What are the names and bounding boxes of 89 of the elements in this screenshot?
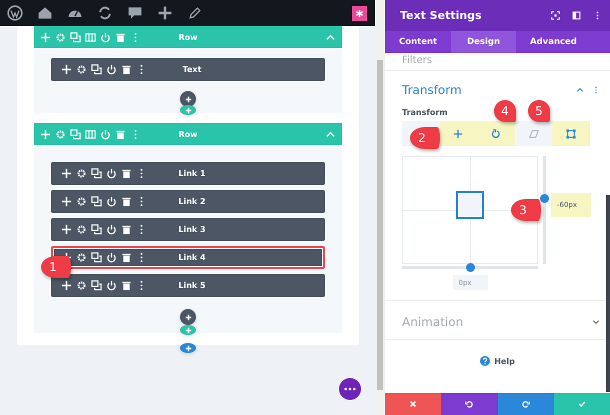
power-icon[interactable] <box>106 252 117 263</box>
duplicate-icon[interactable] <box>91 252 102 263</box>
duplicate-icon[interactable] <box>91 224 102 235</box>
check-icon <box>578 400 586 408</box>
module-label: Link 2 <box>177 197 207 206</box>
settings-icon[interactable] <box>76 196 87 207</box>
module-label: Link 4 <box>177 253 207 262</box>
asterisk-icon <box>355 8 364 18</box>
plus-icon <box>184 326 192 334</box>
slider-thumb[interactable] <box>540 194 549 203</box>
scrollbar[interactable] <box>606 195 610 392</box>
trash-icon[interactable] <box>121 64 132 75</box>
add-module-button[interactable] <box>180 309 196 325</box>
home-icon[interactable] <box>37 5 53 21</box>
move-icon[interactable] <box>61 224 72 235</box>
plus-icon[interactable] <box>157 5 173 21</box>
preview-square <box>456 191 484 219</box>
settings-icon[interactable] <box>76 168 87 179</box>
module-label: Link 3 <box>177 225 207 234</box>
redo-icon <box>522 400 530 408</box>
module-label: Link 1 <box>177 169 207 178</box>
add-section-button[interactable] <box>180 343 196 353</box>
trash-icon[interactable] <box>121 224 132 235</box>
power-icon[interactable] <box>106 168 117 179</box>
plus-icon <box>184 94 192 104</box>
origin-icon <box>566 128 576 138</box>
module-bar[interactable]: Link 5 <box>51 274 325 297</box>
module-bar[interactable]: Text <box>51 58 325 81</box>
module-label: Link 5 <box>177 281 207 290</box>
module-label: Text <box>182 65 202 74</box>
trash-icon[interactable] <box>121 252 132 263</box>
trash-icon[interactable] <box>121 280 132 291</box>
settings-tab[interactable]: Content <box>385 31 452 53</box>
duplicate-icon[interactable] <box>91 196 102 207</box>
transform-mode-button[interactable] <box>477 121 515 146</box>
add-module-button[interactable] <box>180 91 196 107</box>
refresh-icon[interactable] <box>97 5 113 21</box>
move-icon[interactable] <box>61 196 72 207</box>
module-bar[interactable]: Link 2 <box>51 190 325 213</box>
trash-icon[interactable] <box>121 168 132 179</box>
help-icon[interactable] <box>480 356 490 366</box>
move-icon[interactable] <box>61 64 72 75</box>
move-icon[interactable] <box>61 168 72 179</box>
plus-icon <box>184 312 192 322</box>
module-bar[interactable]: Link 3 <box>51 218 325 241</box>
power-icon[interactable] <box>106 196 117 207</box>
transform-preview[interactable] <box>402 156 538 264</box>
settings-icon[interactable] <box>76 224 87 235</box>
scrollbar[interactable] <box>375 0 385 415</box>
close-icon <box>409 400 418 408</box>
parallelogram-icon <box>528 128 539 138</box>
plus-icon <box>184 106 192 114</box>
section-title[interactable]: Transform <box>402 83 462 97</box>
power-icon[interactable] <box>106 224 117 235</box>
duplicate-icon[interactable] <box>91 64 102 75</box>
field-label: Transform <box>402 108 448 117</box>
builder-toggle-button[interactable] <box>352 6 367 20</box>
duplicate-icon[interactable] <box>91 280 102 291</box>
duplicate-icon[interactable] <box>91 168 102 179</box>
power-icon[interactable] <box>106 280 117 291</box>
move-icon <box>453 128 464 138</box>
slider-thumb[interactable] <box>466 263 474 272</box>
plus-icon <box>184 344 192 352</box>
power-icon[interactable] <box>106 64 117 75</box>
expand-icon[interactable] <box>551 11 560 20</box>
settings-icon[interactable] <box>76 64 87 75</box>
trash-icon[interactable] <box>121 196 132 207</box>
move-icon[interactable] <box>61 280 72 291</box>
sidebar-icon[interactable] <box>572 11 581 20</box>
undo-icon <box>465 400 474 408</box>
help-link[interactable]: Help <box>494 356 515 366</box>
comment-icon[interactable] <box>127 5 143 21</box>
rotate-icon <box>490 128 501 138</box>
settings-tab[interactable]: Design <box>451 31 516 53</box>
module-bar[interactable]: Link 1 <box>51 162 325 185</box>
pencil-icon[interactable] <box>187 5 203 21</box>
row-title: Row <box>177 130 199 138</box>
settings-tab[interactable]: Advanced <box>516 31 591 53</box>
transform-mode-button[interactable] <box>440 121 478 146</box>
expand-icon[interactable] <box>592 318 600 326</box>
settings-icon[interactable] <box>76 280 87 291</box>
transform-mode-button[interactable] <box>552 121 590 146</box>
collapse-icon[interactable] <box>576 86 584 94</box>
more-icon <box>344 387 356 391</box>
row-title: Row <box>177 32 199 42</box>
more-options-button[interactable] <box>339 378 361 400</box>
panel-title: Text Settings <box>400 9 482 22</box>
settings-icon[interactable] <box>76 252 87 263</box>
wordpress-icon[interactable] <box>7 5 23 21</box>
